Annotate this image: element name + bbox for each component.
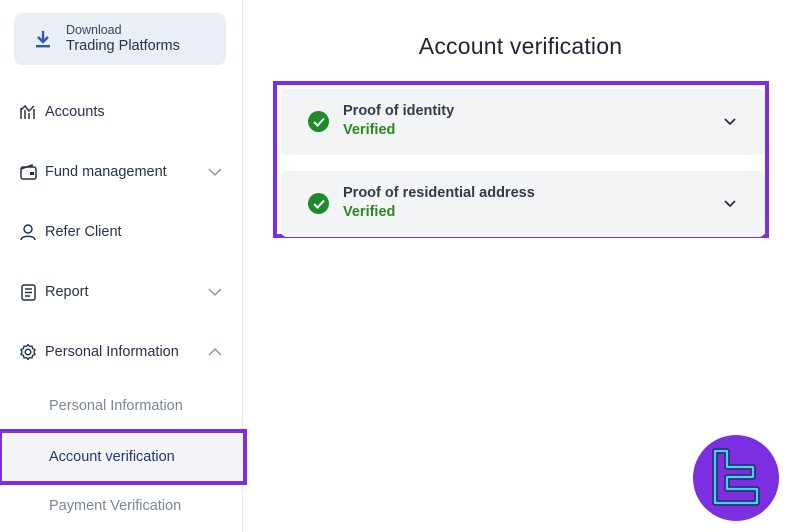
sidebar-subitem-label: Payment Verification <box>49 498 182 514</box>
sidebar-subitem-payment-verification[interactable]: Payment Verification <box>0 486 243 526</box>
sidebar-subitem-label: Personal Information <box>49 398 183 414</box>
chart-icon <box>19 103 37 121</box>
sidebar-item-accounts[interactable]: Accounts <box>0 97 243 127</box>
verification-status: Verified <box>343 204 396 220</box>
download-platforms-button[interactable]: Download Trading Platforms <box>14 13 226 65</box>
chevron-down-icon <box>207 284 223 300</box>
chevron-down-icon[interactable] <box>722 196 738 212</box>
sidebar-item-label: Fund management <box>45 164 167 180</box>
tradingfinder-logo-icon <box>693 435 779 521</box>
user-icon <box>19 223 37 241</box>
verification-status: Verified <box>343 122 396 138</box>
chevron-up-icon <box>207 344 223 360</box>
sidebar-subitem-personal-information[interactable]: Personal Information <box>0 386 243 426</box>
download-big-label: Trading Platforms <box>66 37 180 54</box>
sidebar-item-label: Report <box>45 284 89 300</box>
document-icon <box>19 283 37 301</box>
verification-list: Proof of identity Verified Proof of resi… <box>273 81 769 238</box>
verification-row-address[interactable]: Proof of residential address Verified <box>281 171 765 237</box>
chevron-down-icon[interactable] <box>722 114 738 130</box>
download-small-label: Download <box>66 23 122 38</box>
download-text: Download Trading Platforms <box>66 23 180 54</box>
gear-icon <box>19 343 37 361</box>
page-title: Account verification <box>418 33 623 59</box>
check-circle-icon <box>308 111 329 132</box>
verification-title: Proof of identity <box>343 103 455 119</box>
sidebar-item-label: Refer Client <box>45 224 122 240</box>
sidebar-subitem-label: Account verification <box>49 449 175 465</box>
sidebar-item-label: Accounts <box>45 104 105 120</box>
sidebar: Download Trading Platforms Accounts Fund… <box>0 0 247 532</box>
sidebar-item-label: Personal Information <box>45 344 179 360</box>
download-icon <box>32 28 54 50</box>
sidebar-item-personal-information[interactable]: Personal Information <box>0 337 243 367</box>
sidebar-item-refer-client[interactable]: Refer Client <box>0 217 243 247</box>
verification-title: Proof of residential address <box>343 185 535 201</box>
sidebar-item-fund-management[interactable]: Fund management <box>0 157 243 187</box>
sidebar-subitem-account-verification[interactable]: Account verification <box>0 429 247 485</box>
check-circle-icon <box>308 193 329 214</box>
verification-row-identity[interactable]: Proof of identity Verified <box>281 89 765 155</box>
sidebar-item-report[interactable]: Report <box>0 277 243 307</box>
chevron-down-icon <box>207 164 223 180</box>
wallet-icon <box>19 163 37 181</box>
